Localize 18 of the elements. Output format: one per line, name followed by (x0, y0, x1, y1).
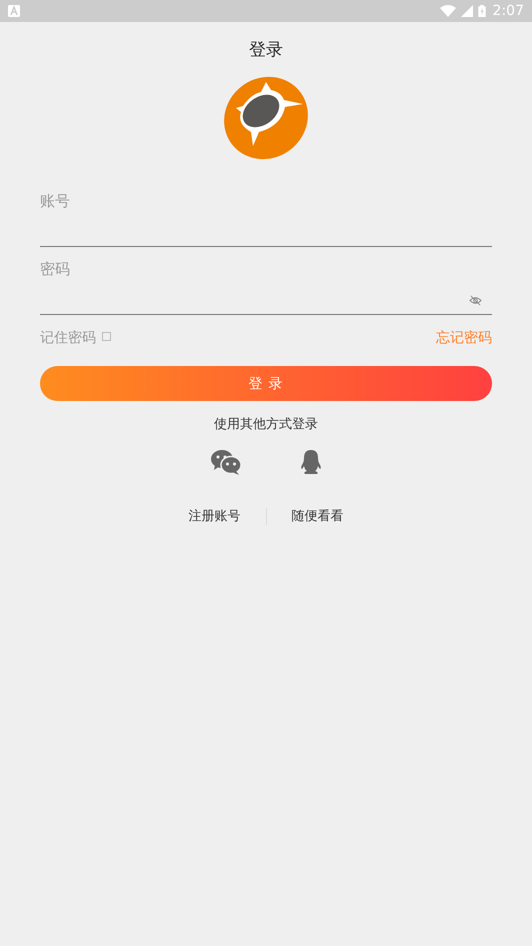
login-button[interactable]: 登 录 (40, 366, 492, 401)
forgot-password-link[interactable]: 忘记密码 (436, 329, 492, 347)
wechat-icon[interactable] (210, 449, 242, 475)
logo-icon (221, 76, 311, 162)
browse-link[interactable]: 随便看看 (292, 507, 344, 525)
account-field[interactable]: 账号 (40, 180, 492, 247)
other-login-text: 使用其他方式登录 (214, 416, 318, 433)
battery-icon (478, 5, 486, 17)
password-field[interactable]: 密码 (40, 248, 492, 315)
hidden-eye-icon[interactable] (469, 294, 482, 306)
register-link[interactable]: 注册账号 (188, 507, 240, 525)
app-notification-icon (8, 5, 20, 17)
remember-password-text: 记住密码 (40, 329, 96, 347)
penguin-icon[interactable] (300, 449, 322, 475)
signal-icon (460, 5, 473, 17)
wifi-icon (440, 5, 456, 17)
page-title: 登录 (248, 39, 284, 62)
remember-checkbox[interactable] (102, 332, 111, 340)
